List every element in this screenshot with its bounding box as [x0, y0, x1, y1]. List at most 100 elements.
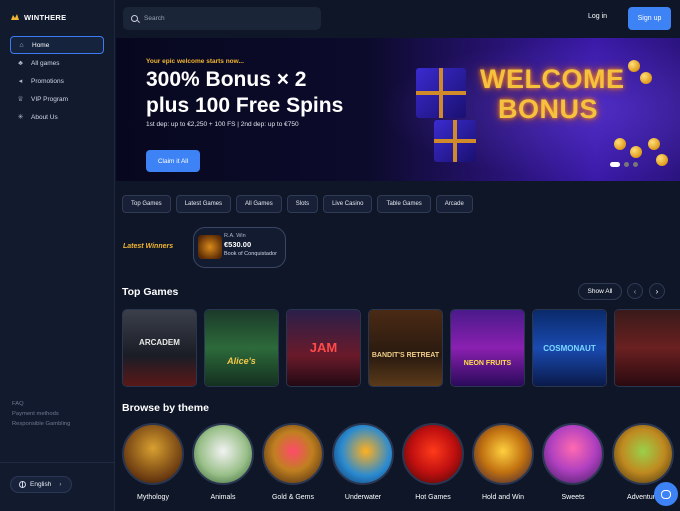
- theme-label: Hot Games: [415, 494, 451, 501]
- tab-arcade[interactable]: Arcade: [435, 195, 473, 213]
- globe-icon: [19, 481, 26, 488]
- tab-slots[interactable]: Slots: [286, 195, 319, 213]
- theme-image: [612, 423, 674, 485]
- game-art-text: NEON FRUITS: [463, 360, 512, 367]
- theme-underwater[interactable]: Underwater: [332, 423, 394, 501]
- theme-label: Underwater: [344, 494, 382, 501]
- game-tile[interactable]: JAM: [286, 309, 361, 387]
- coin-image: [628, 60, 640, 72]
- theme-image: [472, 423, 534, 485]
- sidebar-item-label: All games: [31, 59, 60, 67]
- winner-card[interactable]: R.A. Win €530.00 Book of Conquistador: [193, 227, 286, 268]
- coin-image: [640, 72, 652, 84]
- top-games-row: ARCADEM Alice's JAM BANDIT'S RETREAT NEO…: [122, 309, 680, 387]
- theme-hold-and-win[interactable]: Hold and Win: [472, 423, 534, 501]
- tab-latest-games[interactable]: Latest Games: [175, 195, 232, 213]
- sidebar-nav: ⌂ Home ♣ All games ◂ Promotions ♕ VIP Pr…: [10, 36, 104, 126]
- theme-mythology[interactable]: Mythology: [122, 423, 184, 501]
- responsible-gambling-link[interactable]: Responsible Gambling: [12, 419, 70, 429]
- megaphone-icon: ◂: [18, 78, 23, 85]
- sidebar-item-label: Home: [32, 41, 50, 49]
- footer-links: FAQ Payment methods Responsible Gambling: [12, 399, 70, 429]
- gamepad-icon: ♣: [18, 59, 23, 67]
- theme-label: Gold & Gems: [271, 494, 314, 501]
- next-arrow-button[interactable]: ›: [649, 283, 665, 299]
- theme-gold-gems[interactable]: Gold & Gems: [262, 423, 324, 501]
- game-tile[interactable]: COSMONAUT: [532, 309, 607, 387]
- signup-button[interactable]: Sign up: [628, 7, 671, 30]
- search-bar[interactable]: [123, 7, 321, 30]
- coin-image: [656, 154, 668, 166]
- theme-hot-games[interactable]: Hot Games: [402, 423, 464, 501]
- theme-image: [402, 423, 464, 485]
- game-art-text: BANDIT'S RETREAT: [371, 352, 440, 359]
- sidebar-item-label: VIP Program: [31, 95, 69, 103]
- sidebar-item-label: Promotions: [31, 77, 64, 85]
- sidebar-item-home[interactable]: ⌂ Home: [10, 36, 104, 54]
- carousel-dots: [610, 162, 638, 167]
- themes-row: Mythology Animals Gold & Gems Underwater…: [122, 423, 680, 511]
- claim-button[interactable]: Claim it All: [146, 150, 200, 172]
- gift-ribbon: [434, 139, 476, 143]
- language-selector[interactable]: English ›: [10, 476, 72, 493]
- carousel-dot-active[interactable]: [610, 162, 620, 167]
- tab-all-games[interactable]: All Games: [236, 195, 282, 213]
- winner-game-name: Book of Conquistador: [224, 251, 277, 257]
- game-tile[interactable]: Alice's: [204, 309, 279, 387]
- welcome-bonus-art: WELCOME BONUS: [480, 64, 625, 124]
- theme-image: [542, 423, 604, 485]
- winner-name: R.A. Win: [224, 233, 246, 239]
- carousel-dot[interactable]: [633, 162, 638, 167]
- promo-banner[interactable]: Your epic welcome starts now... 300% Bon…: [116, 38, 680, 181]
- theme-animals[interactable]: Animals: [192, 423, 254, 501]
- theme-image: [122, 423, 184, 485]
- sidebar-item-label: About Us: [31, 113, 58, 121]
- search-icon: [131, 15, 138, 22]
- chat-button[interactable]: [654, 482, 678, 506]
- tab-live-casino[interactable]: Live Casino: [323, 195, 373, 213]
- search-input[interactable]: [144, 15, 304, 22]
- sidebar-item-promotions[interactable]: ◂ Promotions: [10, 72, 104, 90]
- sidebar-item-all-games[interactable]: ♣ All games: [10, 54, 104, 72]
- game-tile[interactable]: BANDIT'S RETREAT: [368, 309, 443, 387]
- theme-image: [262, 423, 324, 485]
- logo-icon: [11, 14, 19, 20]
- winner-game-thumbnail: [198, 235, 222, 259]
- game-art: [451, 310, 524, 386]
- coin-image: [614, 138, 626, 150]
- banner-tagline: Your epic welcome starts now...: [146, 58, 244, 65]
- coin-image: [630, 146, 642, 158]
- sidebar-item-about-us[interactable]: ✳ About Us: [10, 108, 104, 126]
- latest-winners-label: Latest Winners: [123, 243, 174, 250]
- game-art: [123, 310, 196, 386]
- trophy-icon: ♕: [17, 96, 24, 103]
- welcome-art-line1: WELCOME: [480, 64, 625, 94]
- banner-headline: 300% Bonus × 2 plus 100 Free Spins: [146, 67, 426, 119]
- sidebar-divider: [0, 462, 115, 463]
- banner-subline: 1st dep: up to €2,250 + 100 FS | 2nd dep…: [146, 121, 299, 128]
- show-all-button[interactable]: Show All: [578, 283, 622, 300]
- winner-amount: €530.00: [224, 240, 252, 249]
- login-button[interactable]: Log in: [588, 13, 607, 20]
- game-tile[interactable]: ARCADEM: [122, 309, 197, 387]
- game-art-text: ARCADEM: [139, 338, 180, 347]
- game-art-text: COSMONAUT: [543, 344, 596, 353]
- banner-headline-line2: plus 100 Free Spins: [146, 94, 344, 117]
- payment-methods-link[interactable]: Payment methods: [12, 409, 70, 419]
- sidebar-item-vip-program[interactable]: ♕ VIP Program: [10, 90, 104, 108]
- tab-top-games[interactable]: Top Games: [122, 195, 171, 213]
- theme-label: Animals: [210, 494, 236, 501]
- tab-table-games[interactable]: Table Games: [377, 195, 431, 213]
- carousel-dot[interactable]: [624, 162, 629, 167]
- faq-link[interactable]: FAQ: [12, 399, 70, 409]
- prev-arrow-button[interactable]: ‹: [627, 283, 643, 299]
- logo[interactable]: WINTHERE: [10, 12, 66, 22]
- theme-label: Hold and Win: [481, 494, 525, 501]
- theme-sweets[interactable]: Sweets: [542, 423, 604, 501]
- game-art: [615, 310, 680, 386]
- theme-label: Sweets: [561, 494, 585, 501]
- game-art-text: JAM: [309, 340, 338, 355]
- game-tile[interactable]: [614, 309, 680, 387]
- game-tile[interactable]: NEON FRUITS: [450, 309, 525, 387]
- language-label: English: [30, 481, 52, 488]
